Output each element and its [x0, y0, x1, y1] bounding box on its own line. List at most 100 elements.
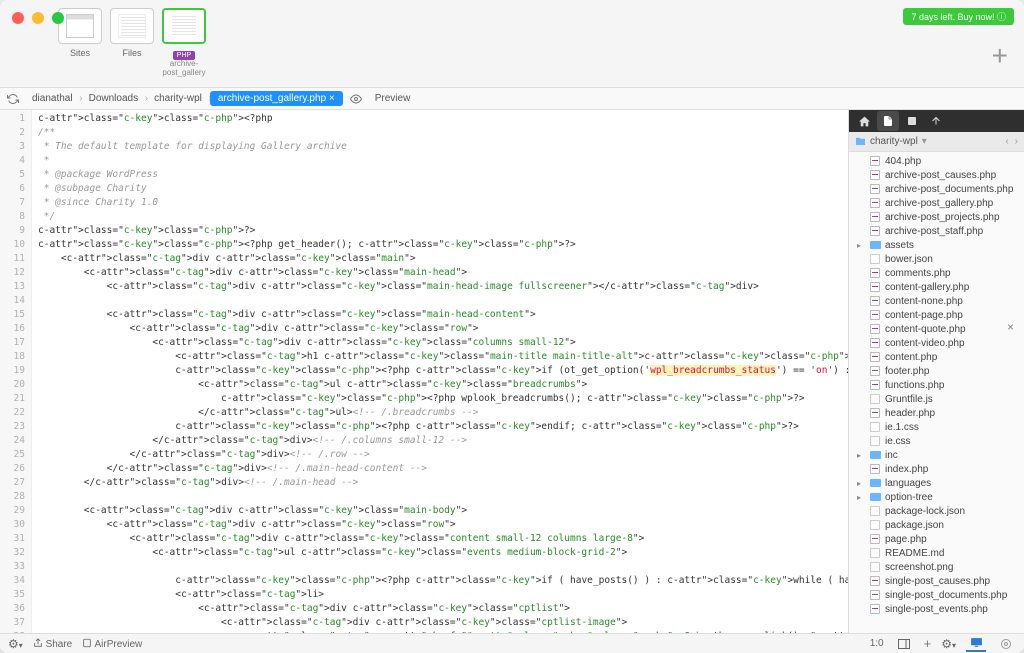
tab-label: Files	[108, 48, 156, 58]
nav-forward-icon[interactable]: ›	[1015, 136, 1018, 147]
files-icon[interactable]	[877, 111, 899, 131]
project-nav: ‹ ›	[1005, 136, 1018, 147]
file-item[interactable]: header.php	[849, 406, 1024, 420]
file-item[interactable]: package-lock.json	[849, 504, 1024, 518]
file-item[interactable]: package.json	[849, 518, 1024, 532]
file-item[interactable]: archive-post_gallery.php	[849, 196, 1024, 210]
monitor-icon[interactable]	[966, 636, 986, 652]
file-item[interactable]: functions.php	[849, 378, 1024, 392]
sidebar-toolbar	[849, 110, 1024, 132]
add-tab-button[interactable]: +	[992, 40, 1008, 72]
tab-current-file[interactable]: PHP archive-post_gallery	[160, 8, 208, 78]
folder-item[interactable]: ▸languages	[849, 476, 1024, 490]
file-name-label: ie.1.css	[885, 422, 919, 433]
file-item[interactable]: bower.json	[849, 252, 1024, 266]
file-item[interactable]: content-video.php	[849, 336, 1024, 350]
code-content[interactable]: c-attr">class="c-key">class="c-php"><?ph…	[32, 110, 848, 633]
file-name-label: content-gallery.php	[885, 282, 969, 293]
tab-sublabel: archive-post_gallery	[160, 60, 208, 78]
php-icon	[869, 211, 881, 223]
publish-icon[interactable]	[901, 111, 923, 131]
file-item[interactable]: content.php	[849, 350, 1024, 364]
titlebar: Sites Files PHP archive-post_gallery + 7…	[0, 0, 1024, 88]
file-name-label: content-video.php	[885, 338, 965, 349]
file-item[interactable]: screenshot.png	[849, 560, 1024, 574]
php-icon	[869, 183, 881, 195]
tab-label: Sites	[56, 48, 104, 58]
folder-item[interactable]: ▸option-tree	[849, 490, 1024, 504]
gear-icon-2[interactable]: ⚙︎▾	[941, 637, 956, 651]
file-name-label: 404.php	[885, 156, 921, 167]
code-editor[interactable]: 1234567891011121314151617181920212223242…	[0, 110, 848, 633]
breadcrumb-item[interactable]: Downloads	[81, 93, 146, 104]
php-icon	[869, 225, 881, 237]
file-name-label: assets	[885, 240, 914, 251]
breadcrumb-preview[interactable]: Preview	[367, 93, 419, 104]
minimize-window-button[interactable]	[32, 12, 44, 24]
sidebar-toggle-icon[interactable]	[894, 636, 914, 652]
file-item[interactable]: content-none.php	[849, 294, 1024, 308]
file-name-label: archive-post_gallery.php	[885, 198, 993, 209]
upload-icon[interactable]	[925, 111, 947, 131]
folder-icon	[869, 477, 881, 489]
generic-icon	[869, 519, 881, 531]
file-name-label: single-post_events.php	[885, 604, 988, 615]
php-icon	[869, 533, 881, 545]
file-item[interactable]: 404.php	[849, 154, 1024, 168]
file-item[interactable]: single-post_documents.php	[849, 588, 1024, 602]
close-window-button[interactable]	[12, 12, 24, 24]
breadcrumb-item[interactable]: charity-wpl	[146, 93, 210, 104]
breadcrumb-current[interactable]: archive-post_gallery.php ×	[210, 91, 343, 106]
home-icon[interactable]	[853, 111, 875, 131]
generic-icon	[869, 505, 881, 517]
statusbar: ⚙︎▾ Share AirPreview 1:0 + ⚙︎▾	[0, 633, 1024, 653]
file-sidebar: charity-wpl ▾ ‹ › 404.phparchive-post_ca…	[848, 110, 1024, 633]
project-header[interactable]: charity-wpl ▾ ‹ ›	[849, 132, 1024, 152]
tab-files[interactable]: Files	[108, 8, 156, 78]
folder-icon	[869, 491, 881, 503]
file-item[interactable]: archive-post_documents.php	[849, 182, 1024, 196]
file-item[interactable]: archive-post_causes.php	[849, 168, 1024, 182]
file-item[interactable]: ie.1.css	[849, 420, 1024, 434]
file-item[interactable]: archive-post_projects.php	[849, 210, 1024, 224]
file-item[interactable]: single-post_causes.php	[849, 574, 1024, 588]
file-item[interactable]: content-quote.php	[849, 322, 1024, 336]
file-item[interactable]: single-post_events.php	[849, 602, 1024, 616]
refresh-icon[interactable]	[6, 92, 20, 106]
php-icon	[869, 267, 881, 279]
file-name-label: content-none.php	[885, 296, 963, 307]
file-item[interactable]: README.md	[849, 546, 1024, 560]
trial-buy-badge[interactable]: 7 days left. Buy now! ⓘ	[903, 8, 1014, 25]
file-item[interactable]: archive-post_staff.php	[849, 224, 1024, 238]
cursor-position: 1:0	[870, 638, 884, 649]
file-name-label: content.php	[885, 352, 937, 363]
generic-icon	[869, 547, 881, 559]
nav-back-icon[interactable]: ‹	[1005, 136, 1008, 147]
folder-item[interactable]: ▸inc	[849, 448, 1024, 462]
php-icon	[869, 323, 881, 335]
breadcrumb-item[interactable]: dianathal	[24, 93, 81, 104]
file-tree[interactable]: 404.phparchive-post_causes.phparchive-po…	[849, 152, 1024, 633]
file-item[interactable]: index.php	[849, 462, 1024, 476]
file-name-label: archive-post_projects.php	[885, 212, 1000, 223]
file-name-label: page.php	[885, 534, 927, 545]
php-icon	[869, 337, 881, 349]
share-button[interactable]: Share	[33, 638, 72, 650]
gear-icon[interactable]: ⚙︎▾	[8, 637, 23, 651]
airpreview-button[interactable]: AirPreview	[82, 638, 142, 650]
file-item[interactable]: page.php	[849, 532, 1024, 546]
folder-item[interactable]: ▸assets	[849, 238, 1024, 252]
maximize-window-button[interactable]	[52, 12, 64, 24]
file-item[interactable]: Gruntfile.js	[849, 392, 1024, 406]
file-item[interactable]: footer.php	[849, 364, 1024, 378]
php-icon	[869, 309, 881, 321]
target-icon[interactable]	[996, 636, 1016, 652]
file-item[interactable]: content-page.php	[849, 308, 1024, 322]
file-name-label: bower.json	[885, 254, 933, 265]
add-icon[interactable]: +	[924, 636, 932, 651]
file-item[interactable]: comments.php	[849, 266, 1024, 280]
file-item[interactable]: content-gallery.php	[849, 280, 1024, 294]
file-item[interactable]: ie.css	[849, 434, 1024, 448]
php-icon	[869, 463, 881, 475]
breadcrumb-close-icon[interactable]: ×	[1007, 320, 1014, 334]
